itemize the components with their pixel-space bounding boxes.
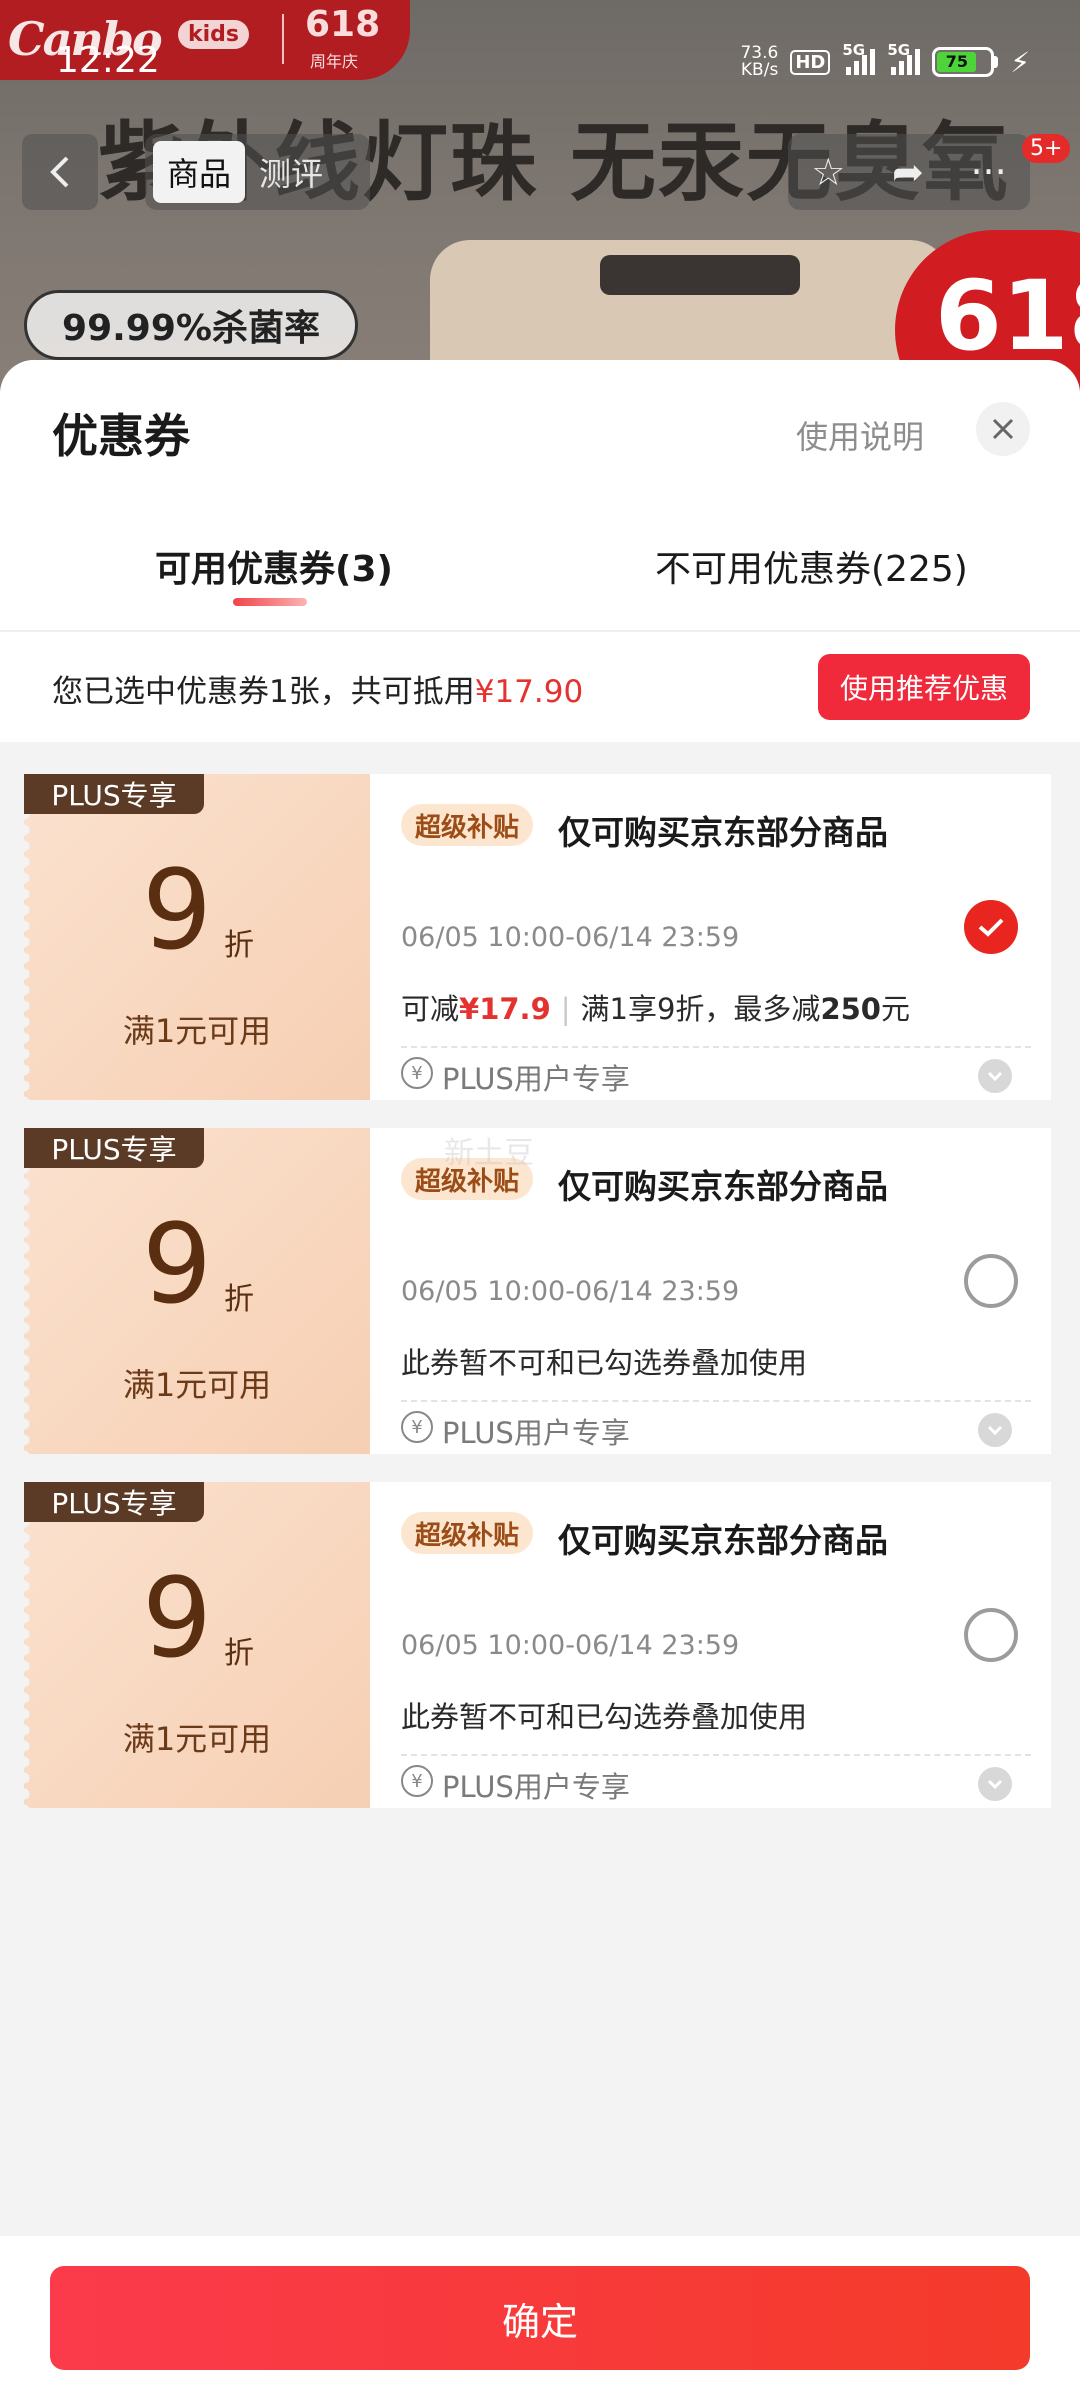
coupon-checkbox-checked[interactable] bbox=[964, 900, 1018, 954]
summary-amount: ¥17.90 bbox=[474, 674, 584, 710]
coupon-checkbox-unchecked[interactable] bbox=[964, 1608, 1018, 1662]
chevron-left-icon bbox=[50, 156, 69, 188]
discount-value: 9 bbox=[142, 846, 212, 974]
brand-anniversary: 周年庆 bbox=[310, 52, 359, 71]
selection-summary: 您已选中优惠券1张，共可抵用¥17.90 使用推荐优惠 bbox=[0, 632, 1080, 742]
coupon-divider bbox=[401, 1754, 1031, 1756]
discount-unit: 折 bbox=[224, 928, 254, 963]
close-icon bbox=[992, 418, 1014, 440]
tab-unavailable-coupons[interactable]: 不可用优惠券(225) bbox=[655, 540, 968, 592]
coupon-condition: 满1元可用 bbox=[122, 1720, 272, 1758]
coupon-value-panel: PLUS专享 9 折 满1元可用 bbox=[24, 774, 370, 1100]
subsidy-tag: 超级补贴 bbox=[401, 1512, 534, 1554]
plus-exclusive-tag: PLUS专享 bbox=[24, 1482, 204, 1522]
confirm-button[interactable]: 确定 bbox=[50, 2266, 1030, 2370]
coupon-card[interactable]: PLUS专享 9 折 满1元可用 超级补贴 仅可购买京东部分商品 06/05 1… bbox=[24, 1128, 1051, 1454]
sheet-title: 优惠券 bbox=[52, 409, 190, 463]
sheet-header: 优惠券 使用说明 可用优惠券(3) 不可用优惠券(225) bbox=[0, 360, 1080, 632]
signal-icon-2: 5G bbox=[887, 41, 921, 75]
coupon-date-range: 06/05 10:00-06/14 23:59 bbox=[401, 1630, 740, 1661]
coupon-checkbox-unchecked[interactable] bbox=[964, 1254, 1018, 1308]
coupon-description: 可减¥17.9 | 满1享9折，最多减250元 bbox=[401, 992, 910, 1026]
product-image-detail bbox=[600, 255, 800, 295]
summary-text: 您已选中优惠券1张，共可抵用¥17.90 bbox=[52, 674, 584, 710]
coupon-condition: 满1元可用 bbox=[122, 1012, 272, 1050]
status-icons: 73.6 KB/s HD 5G 5G 75 ⚡ bbox=[740, 41, 1030, 82]
coupon-divider bbox=[401, 1046, 1031, 1048]
coupon-title: 仅可购买京东部分商品 bbox=[558, 1521, 888, 1560]
brand-618: 618 bbox=[305, 4, 381, 45]
battery-icon: 75 bbox=[932, 47, 999, 77]
sterilize-rate-pill: 99.99%杀菌率 bbox=[24, 290, 358, 360]
coupon-description: 此券暂不可和已勾选券叠加使用 bbox=[401, 1700, 808, 1734]
expand-button[interactable] bbox=[978, 1413, 1012, 1447]
back-button[interactable] bbox=[22, 134, 98, 210]
plus-exclusive-tag: PLUS专享 bbox=[24, 774, 204, 814]
coupon-saving-amount: ¥17.9 bbox=[459, 992, 551, 1026]
coupon-description: 此券暂不可和已勾选券叠加使用 bbox=[401, 1346, 808, 1380]
usage-instructions-link[interactable]: 使用说明 bbox=[796, 412, 924, 458]
coupon-card[interactable]: PLUS专享 9 折 满1元可用 超级补贴 仅可购买京东部分商品 06/05 1… bbox=[24, 774, 1051, 1100]
signal-icon: 5G bbox=[842, 41, 876, 75]
more-icon[interactable]: ··· bbox=[970, 150, 1006, 194]
yen-icon: ¥ bbox=[401, 1765, 433, 1797]
use-recommended-button[interactable]: 使用推荐优惠 bbox=[818, 654, 1030, 720]
yen-icon: ¥ bbox=[401, 1411, 433, 1443]
coupon-card[interactable]: PLUS专享 9 折 满1元可用 超级补贴 仅可购买京东部分商品 06/05 1… bbox=[24, 1482, 1051, 1808]
tab-available-coupons[interactable]: 可用优惠券(3) bbox=[155, 540, 393, 592]
coupon-title: 仅可购买京东部分商品 bbox=[558, 813, 888, 852]
discount-value: 9 bbox=[142, 1200, 212, 1328]
plus-exclusive-tag: PLUS专享 bbox=[24, 1128, 204, 1168]
subsidy-tag: 超级补贴 bbox=[401, 804, 534, 846]
bottom-action-bar: 确定 bbox=[0, 2236, 1080, 2400]
discount-unit: 折 bbox=[224, 1282, 254, 1317]
brand-separator bbox=[282, 14, 284, 64]
status-time: 12:22 bbox=[56, 40, 160, 81]
coupon-footer: PLUS用户专享 bbox=[442, 1416, 630, 1450]
expand-button[interactable] bbox=[978, 1767, 1012, 1801]
coupon-date-range: 06/05 10:00-06/14 23:59 bbox=[401, 922, 740, 953]
checkmark-icon bbox=[978, 918, 1004, 937]
charging-icon: ⚡ bbox=[1010, 45, 1030, 79]
brand-kids-badge: kids bbox=[178, 20, 250, 49]
hd-voice-icon: HD bbox=[790, 49, 831, 75]
coupon-divider bbox=[401, 1400, 1031, 1402]
coupon-footer: PLUS用户专享 bbox=[442, 1062, 630, 1096]
coupon-date-range: 06/05 10:00-06/14 23:59 bbox=[401, 1276, 740, 1307]
share-icon[interactable]: ➦ bbox=[892, 150, 924, 194]
coupon-condition: 满1元可用 bbox=[122, 1366, 272, 1404]
chevron-down-icon bbox=[987, 1425, 1003, 1436]
discount-unit: 折 bbox=[224, 1636, 254, 1671]
tab-product[interactable]: 商品 bbox=[153, 141, 246, 203]
chevron-down-icon bbox=[987, 1779, 1003, 1790]
message-badge: 5+ bbox=[1022, 134, 1071, 163]
active-tab-indicator bbox=[233, 598, 307, 606]
watermark-text: 新土豆 bbox=[444, 1136, 534, 1171]
chevron-down-icon bbox=[987, 1071, 1003, 1082]
coupon-value-panel: PLUS专享 9 折 满1元可用 bbox=[24, 1482, 370, 1808]
star-icon[interactable]: ☆ bbox=[811, 150, 845, 194]
expand-button[interactable] bbox=[978, 1059, 1012, 1093]
close-button[interactable] bbox=[976, 402, 1030, 456]
coupon-title: 仅可购买京东部分商品 bbox=[558, 1167, 888, 1206]
yen-icon: ¥ bbox=[401, 1057, 433, 1089]
product-nav-tabs: 商品 测评 bbox=[145, 134, 370, 210]
network-speed: 73.6 KB/s bbox=[740, 43, 779, 80]
coupon-value-panel: PLUS专享 9 折 满1元可用 bbox=[24, 1128, 370, 1454]
tab-review[interactable]: 测评 bbox=[259, 149, 323, 195]
coupon-footer: PLUS用户专享 bbox=[442, 1770, 630, 1804]
discount-value: 9 bbox=[142, 1554, 212, 1682]
product-nav-actions: ☆ ➦ ··· bbox=[788, 134, 1030, 210]
